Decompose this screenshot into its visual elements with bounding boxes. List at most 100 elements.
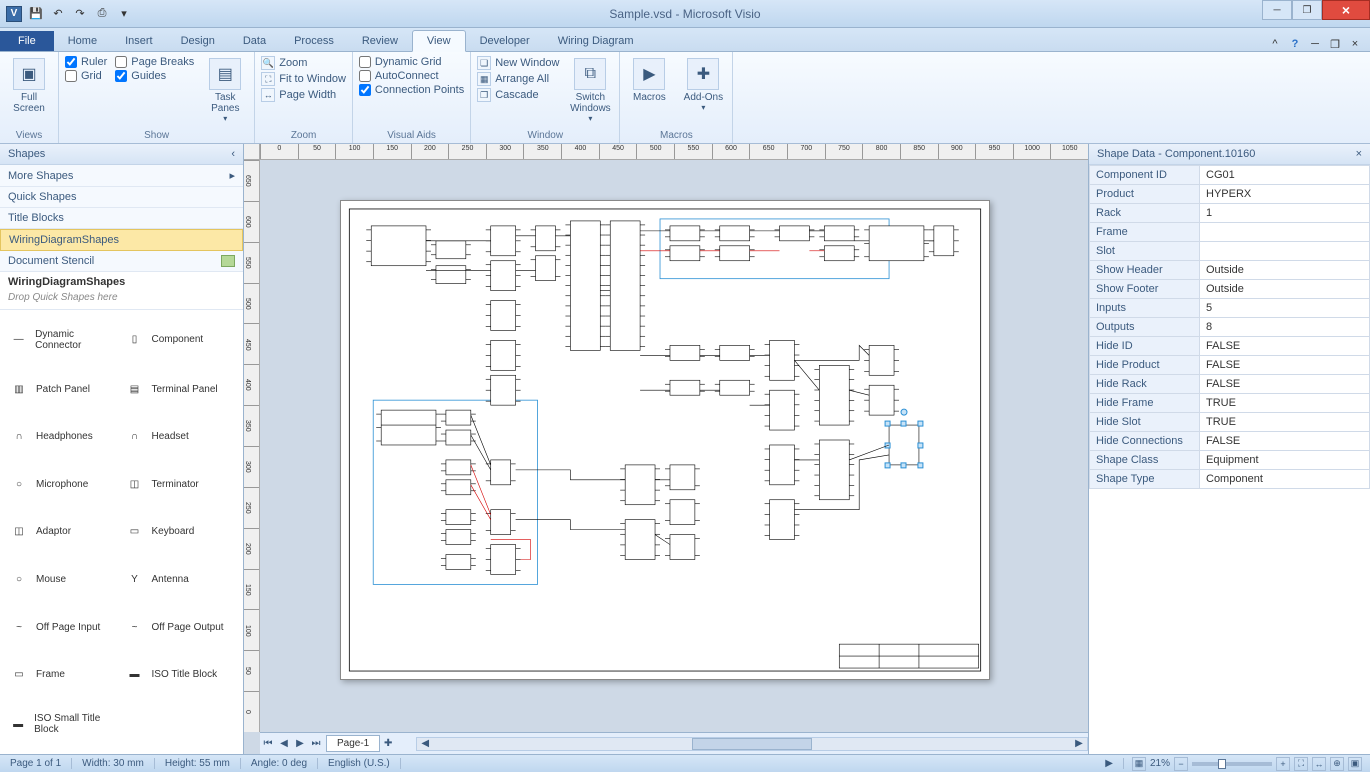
- document-stencil-row[interactable]: Document Stencil: [0, 251, 243, 272]
- selected-component[interactable]: [885, 409, 923, 468]
- page-add-icon[interactable]: ✚: [380, 738, 396, 749]
- ruler-vertical[interactable]: 650600550500450400350300250200150100500: [244, 160, 260, 732]
- table-row[interactable]: Hide SlotTRUE: [1090, 413, 1370, 432]
- qat-customize-icon[interactable]: ▾: [114, 4, 134, 24]
- shape-item[interactable]: ◫Terminator: [124, 465, 236, 505]
- page-next-icon[interactable]: ▶: [292, 738, 308, 749]
- zoom-level-icon[interactable]: ▦: [1132, 757, 1146, 771]
- undo-icon[interactable]: ↶: [48, 4, 68, 24]
- doc-restore-icon[interactable]: ❐: [1328, 37, 1342, 51]
- switch-windows-button[interactable]: ⧉Switch Windows▾: [567, 56, 613, 125]
- zoom-button[interactable]: 🔍Zoom: [261, 56, 346, 70]
- save-icon[interactable]: 💾: [26, 4, 46, 24]
- visio-app-icon[interactable]: V: [4, 4, 24, 24]
- print-icon[interactable]: ⎙: [92, 4, 112, 24]
- full-screen-button[interactable]: ▣Full Screen: [6, 56, 52, 116]
- autoconnect-checkbox[interactable]: AutoConnect: [359, 70, 464, 82]
- close-button[interactable]: ×: [1322, 0, 1370, 20]
- maximize-button[interactable]: ❐: [1292, 0, 1322, 20]
- shape-item[interactable]: ~Off Page Input: [8, 607, 120, 647]
- wiring-diagram-shapes-row[interactable]: WiringDiagramShapes: [0, 229, 243, 251]
- full-screen-status-icon[interactable]: ▣: [1348, 757, 1362, 771]
- ribbon-minimize-icon[interactable]: ^: [1268, 37, 1282, 51]
- table-row[interactable]: Show HeaderOutside: [1090, 261, 1370, 280]
- tab-data[interactable]: Data: [229, 31, 280, 51]
- task-panes-button[interactable]: ▤Task Panes▾: [202, 56, 248, 125]
- property-value[interactable]: CG01: [1200, 166, 1370, 185]
- shape-item[interactable]: YAntenna: [124, 560, 236, 600]
- pan-icon[interactable]: ⊕: [1330, 757, 1344, 771]
- property-value[interactable]: Outside: [1200, 261, 1370, 280]
- property-value[interactable]: [1200, 223, 1370, 242]
- minimize-button[interactable]: ─: [1262, 0, 1292, 20]
- help-icon[interactable]: ?: [1288, 37, 1302, 51]
- table-row[interactable]: Component IDCG01: [1090, 166, 1370, 185]
- shape-item[interactable]: ∩Headset: [124, 417, 236, 457]
- table-row[interactable]: Hide IDFALSE: [1090, 337, 1370, 356]
- arrange-all-button[interactable]: ▦Arrange All: [477, 72, 559, 86]
- property-value[interactable]: FALSE: [1200, 432, 1370, 451]
- property-value[interactable]: Component: [1200, 470, 1370, 489]
- property-value[interactable]: [1200, 242, 1370, 261]
- table-row[interactable]: Rack1: [1090, 204, 1370, 223]
- status-macro-record-icon[interactable]: ▶: [1095, 758, 1124, 769]
- property-value[interactable]: TRUE: [1200, 394, 1370, 413]
- table-row[interactable]: Shape ClassEquipment: [1090, 451, 1370, 470]
- tab-insert[interactable]: Insert: [111, 31, 167, 51]
- tab-home[interactable]: Home: [54, 31, 111, 51]
- guides-checkbox[interactable]: Guides: [115, 70, 194, 82]
- ruler-horizontal[interactable]: 0501001502002503003504004505005506006507…: [260, 144, 1088, 160]
- tab-view[interactable]: View: [412, 30, 466, 52]
- shape-item[interactable]: ▬ISO Small Title Block: [8, 702, 120, 746]
- table-row[interactable]: Frame: [1090, 223, 1370, 242]
- drawing-page[interactable]: [340, 200, 990, 680]
- tab-file[interactable]: File: [0, 31, 54, 51]
- cascade-button[interactable]: ❐Cascade: [477, 88, 559, 102]
- table-row[interactable]: Hide FrameTRUE: [1090, 394, 1370, 413]
- property-value[interactable]: 1: [1200, 204, 1370, 223]
- shape-item[interactable]: ○Microphone: [8, 465, 120, 505]
- redo-icon[interactable]: ↷: [70, 4, 90, 24]
- zoom-level[interactable]: 21%: [1150, 758, 1170, 769]
- table-row[interactable]: Outputs8: [1090, 318, 1370, 337]
- zoom-slider[interactable]: [1192, 762, 1272, 766]
- shape-item[interactable]: ∩Headphones: [8, 417, 120, 457]
- tab-design[interactable]: Design: [167, 31, 229, 51]
- property-value[interactable]: 5: [1200, 299, 1370, 318]
- page-tab-1[interactable]: Page-1: [326, 735, 380, 752]
- shape-item[interactable]: ▯Component: [124, 318, 236, 362]
- fit-to-window-button[interactable]: ⛶Fit to Window: [261, 72, 346, 86]
- canvas-body[interactable]: [260, 160, 1088, 732]
- shape-item[interactable]: ▭Frame: [8, 655, 120, 695]
- property-value[interactable]: TRUE: [1200, 413, 1370, 432]
- property-value[interactable]: Outside: [1200, 280, 1370, 299]
- dynamic-grid-checkbox[interactable]: Dynamic Grid: [359, 56, 464, 68]
- status-page[interactable]: Page 1 of 1: [0, 758, 72, 769]
- property-value[interactable]: HYPERX: [1200, 185, 1370, 204]
- property-value[interactable]: Equipment: [1200, 451, 1370, 470]
- grid-checkbox[interactable]: Grid: [65, 70, 107, 82]
- addons-button[interactable]: ✚Add-Ons▾: [680, 56, 726, 114]
- page-first-icon[interactable]: ⏮: [260, 738, 276, 749]
- shape-item[interactable]: ▬ISO Title Block: [124, 655, 236, 695]
- title-blocks-row[interactable]: Title Blocks: [0, 208, 243, 229]
- shape-item[interactable]: ▤Terminal Panel: [124, 370, 236, 410]
- tab-review[interactable]: Review: [348, 31, 412, 51]
- page-last-icon[interactable]: ⏭: [308, 738, 324, 749]
- doc-minimize-icon[interactable]: ─: [1308, 37, 1322, 51]
- page-breaks-checkbox[interactable]: Page Breaks: [115, 56, 194, 68]
- tab-developer[interactable]: Developer: [466, 31, 544, 51]
- table-row[interactable]: Hide RackFALSE: [1090, 375, 1370, 394]
- shape-item[interactable]: ◫Adaptor: [8, 512, 120, 552]
- table-row[interactable]: Hide ConnectionsFALSE: [1090, 432, 1370, 451]
- zoom-out-button[interactable]: −: [1174, 757, 1188, 771]
- macros-button[interactable]: ▶Macros: [626, 56, 672, 105]
- property-value[interactable]: FALSE: [1200, 375, 1370, 394]
- table-row[interactable]: Shape TypeComponent: [1090, 470, 1370, 489]
- ruler-checkbox[interactable]: Ruler: [65, 56, 107, 68]
- shape-item[interactable]: ~Off Page Output: [124, 607, 236, 647]
- table-row[interactable]: Hide ProductFALSE: [1090, 356, 1370, 375]
- fit-page-icon[interactable]: ⛶: [1294, 757, 1308, 771]
- shape-item[interactable]: ▭Keyboard: [124, 512, 236, 552]
- shape-item[interactable]: —Dynamic Connector: [8, 318, 120, 362]
